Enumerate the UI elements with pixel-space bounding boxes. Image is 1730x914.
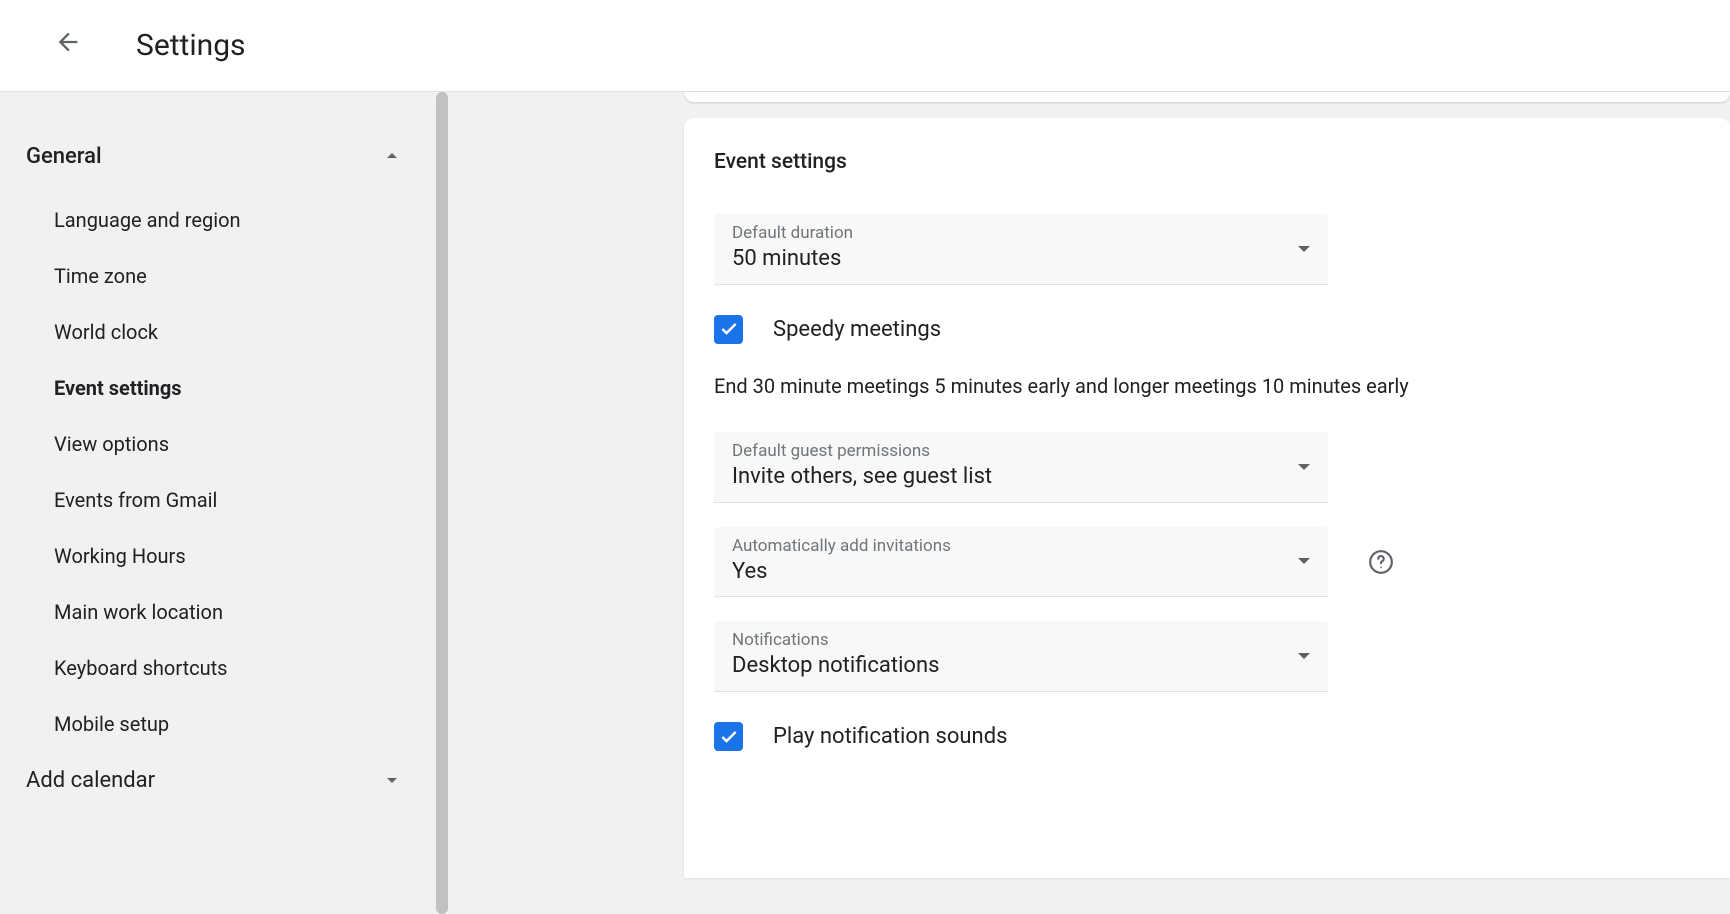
sidebar-item-event-settings[interactable]: Event settings <box>0 360 434 416</box>
caret-down-icon <box>1298 464 1310 470</box>
body: General Language and region Time zone Wo… <box>0 92 1730 914</box>
sidebar-item-label: Time zone <box>54 264 147 288</box>
sidebar-section-title: Add calendar <box>26 768 155 793</box>
speedy-meetings-row: Speedy meetings <box>714 315 1730 344</box>
caret-down-icon <box>1298 558 1310 564</box>
sidebar-item-label: Mobile setup <box>54 712 169 736</box>
back-button[interactable] <box>48 22 88 62</box>
event-settings-card: Event settings Default duration 50 minut… <box>684 118 1730 878</box>
help-button[interactable] <box>1368 549 1394 575</box>
select-label: Default guest permissions <box>732 440 1310 462</box>
sidebar-section-title: General <box>26 144 102 169</box>
select-value: Invite others, see guest list <box>732 462 1310 492</box>
sidebar-item-label: Events from Gmail <box>54 488 217 512</box>
help-icon <box>1368 549 1394 575</box>
sidebar-item-label: Main work location <box>54 600 223 624</box>
guest-permissions-select[interactable]: Default guest permissions Invite others,… <box>714 432 1328 503</box>
speedy-meetings-label: Speedy meetings <box>773 317 941 342</box>
select-label: Automatically add invitations <box>732 535 1310 557</box>
select-value: Desktop notifications <box>732 651 1310 681</box>
sidebar-item-world-clock[interactable]: World clock <box>0 304 434 360</box>
sidebar-item-label: Language and region <box>54 208 241 232</box>
speedy-meetings-description: End 30 minute meetings 5 minutes early a… <box>714 374 1454 398</box>
sidebar-item-label: Keyboard shortcuts <box>54 656 228 680</box>
scroll-thumb[interactable] <box>436 92 448 914</box>
sidebar-item-keyboard-shortcuts[interactable]: Keyboard shortcuts <box>0 640 434 696</box>
sidebar-item-label: Event settings <box>54 376 182 400</box>
select-value: 50 minutes <box>732 244 1310 274</box>
sidebar-item-events-from-gmail[interactable]: Events from Gmail <box>0 472 434 528</box>
chevron-down-icon <box>380 768 404 792</box>
caret-down-icon <box>1298 246 1310 252</box>
sidebar-item-main-work-location[interactable]: Main work location <box>0 584 434 640</box>
settings-sidebar: General Language and region Time zone Wo… <box>0 92 434 914</box>
page-title: Settings <box>136 28 246 63</box>
sidebar-section-add-calendar[interactable]: Add calendar <box>0 758 434 802</box>
check-icon <box>719 727 739 747</box>
sidebar-item-time-zone[interactable]: Time zone <box>0 248 434 304</box>
previous-card-edge <box>684 92 1730 102</box>
arrow-left-icon <box>54 28 82 56</box>
auto-add-row: Automatically add invitations Yes <box>684 503 1730 598</box>
play-sounds-checkbox[interactable] <box>714 722 743 751</box>
sidebar-item-mobile-setup[interactable]: Mobile setup <box>0 696 434 752</box>
app-header: Settings <box>0 0 1730 92</box>
sidebar-section-general[interactable]: General <box>0 134 434 178</box>
play-sounds-label: Play notification sounds <box>773 724 1007 749</box>
sidebar-item-label: View options <box>54 432 169 456</box>
chevron-up-icon <box>380 144 404 168</box>
sidebar-scrollbar[interactable] <box>434 92 449 914</box>
select-label: Default duration <box>732 222 1310 244</box>
notifications-select[interactable]: Notifications Desktop notifications <box>714 621 1328 692</box>
select-value: Yes <box>732 557 1310 587</box>
sidebar-item-view-options[interactable]: View options <box>0 416 434 472</box>
speedy-meetings-checkbox[interactable] <box>714 315 743 344</box>
sidebar-item-working-hours[interactable]: Working Hours <box>0 528 434 584</box>
sidebar-item-label: Working Hours <box>54 544 186 568</box>
sidebar-item-label: World clock <box>54 320 158 344</box>
default-duration-select[interactable]: Default duration 50 minutes <box>714 214 1328 285</box>
sidebar-item-language-region[interactable]: Language and region <box>0 192 434 248</box>
select-label: Notifications <box>732 629 1310 651</box>
sidebar-items: Language and region Time zone World cloc… <box>0 178 434 752</box>
auto-add-invitations-select[interactable]: Automatically add invitations Yes <box>714 527 1328 598</box>
play-sounds-row: Play notification sounds <box>714 722 1730 751</box>
card-title: Event settings <box>684 150 1730 174</box>
check-icon <box>719 319 739 339</box>
caret-down-icon <box>1298 653 1310 659</box>
main-content: Event settings Default duration 50 minut… <box>449 92 1730 914</box>
